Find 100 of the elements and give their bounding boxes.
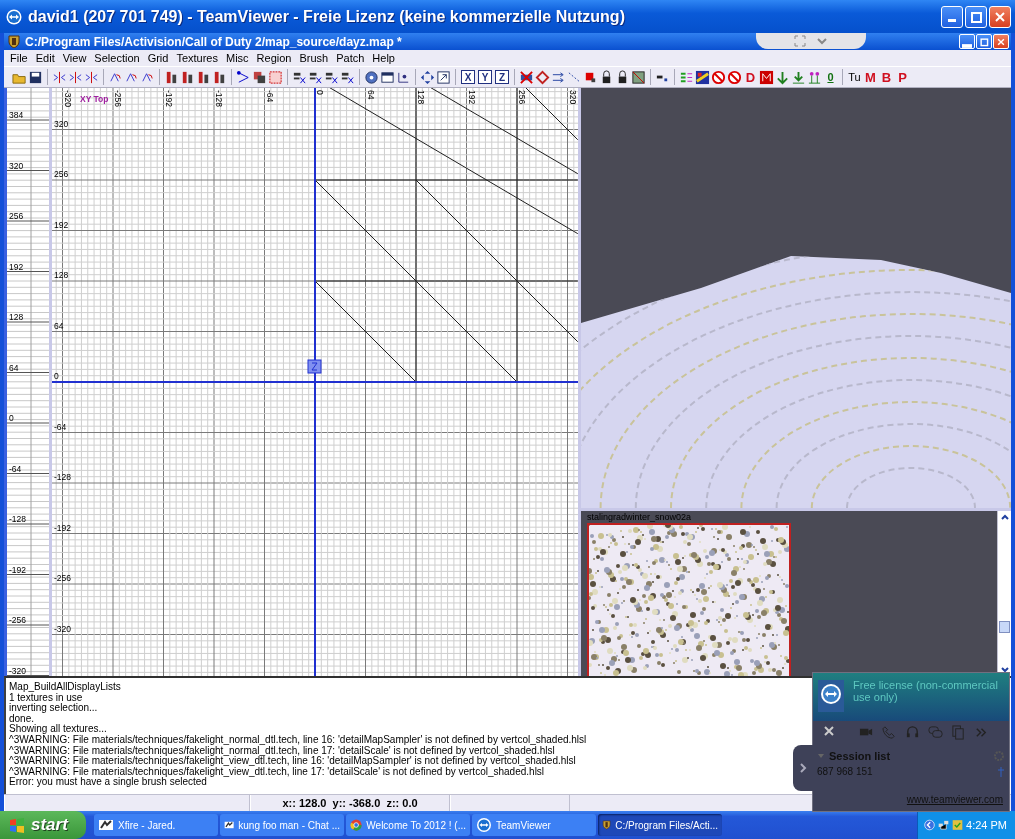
toolbar-button[interactable]: Tu — [847, 69, 862, 85]
minimize-icon — [948, 19, 956, 22]
toolbar-button[interactable]: D — [743, 69, 758, 85]
maximize-icon — [969, 9, 983, 24]
down-arrow-icon[interactable] — [775, 69, 790, 85]
axis-label: 128 — [54, 270, 69, 280]
close-icon — [993, 9, 1007, 24]
colored-tiles-icon[interactable] — [695, 69, 710, 85]
menu-item[interactable]: View — [58, 52, 91, 64]
console-line: ^3WARNING: File materials/techniques/fakelight_view_dtl.tech, line 17: 'detailScale' is not defined by vertcol_shaded.hlsl — [9, 766, 545, 778]
minimize-button[interactable] — [941, 5, 963, 28]
texture-name: stalingradwinter_snow02a — [587, 512, 693, 523]
maximize-button[interactable] — [976, 34, 992, 49]
menu-item[interactable]: Region — [252, 52, 296, 64]
toolbar-button[interactable]: Y — [478, 70, 492, 84]
flip-icon[interactable] — [52, 69, 67, 85]
ruler-label: -320 — [9, 665, 26, 676]
taskbar-button[interactable]: C:/Program Files/Acti... — [598, 814, 722, 836]
clone-icon[interactable] — [252, 69, 267, 85]
down-arrow-line-icon[interactable] — [791, 69, 806, 85]
axis-label: -320 — [54, 623, 71, 634]
square-tile-icon[interactable] — [759, 69, 774, 85]
toolbar-button[interactable]: X — [461, 70, 475, 84]
chevron-left-icon[interactable] — [924, 817, 935, 833]
browser-icon — [350, 817, 363, 833]
floppy-icon[interactable] — [28, 69, 43, 85]
close-icon[interactable] — [823, 725, 835, 737]
menu-item[interactable]: Textures — [172, 52, 222, 64]
chevron-down-icon[interactable] — [816, 35, 828, 47]
axis-label: 320 — [54, 118, 69, 129]
toolbar-button[interactable]: M — [863, 69, 878, 85]
taskbar-button[interactable]: kung foo man - Chat ... — [220, 814, 344, 836]
prohibited-icon[interactable] — [711, 69, 726, 85]
menu-item[interactable]: Brush — [295, 52, 333, 64]
axis-label: -192 — [54, 522, 71, 533]
toolbar-button[interactable]: B — [879, 69, 894, 85]
toolbar-button[interactable]: Z — [495, 70, 509, 84]
menu-item[interactable]: Edit — [31, 52, 59, 64]
vertex-icon[interactable] — [236, 69, 251, 85]
console-line: 1 textures in use — [9, 692, 83, 703]
minimize-button[interactable] — [959, 34, 975, 49]
maximize-button[interactable] — [965, 5, 987, 28]
axis-label: 192 — [466, 90, 477, 105]
toolbar-button[interactable]: P — [895, 69, 910, 85]
taskbar-button[interactable]: TeamViewer — [472, 814, 596, 836]
console-line: inverting selection... — [9, 703, 98, 714]
console-line: Error: you must have a single brush selected — [9, 777, 207, 788]
ruler-label: 256 — [9, 211, 24, 221]
coordinates-readout: x:: 128.0 y:: -368.0 z:: 0.0 — [282, 797, 418, 809]
clock: 4:24 PM — [966, 819, 1007, 831]
grid-square-icon[interactable] — [631, 69, 646, 85]
axis-label: 64 — [54, 320, 64, 331]
brush-tool-icon[interactable] — [164, 69, 179, 85]
move-icon[interactable] — [420, 69, 435, 85]
shield-check-icon[interactable] — [952, 817, 964, 833]
scrollbar-thumb[interactable] — [999, 621, 1010, 633]
console-line: ^3WARNING: File materials/techniques/fakelight_normal_dtl.tech, line 17: 'detailScale' is not defined by vertcol_shaded.hlsl — [9, 745, 555, 757]
taskbar-button[interactable]: Xfire - Jared. — [94, 814, 218, 836]
console-line: ^3WARNING: File materials/techniques/fakelight_view_dtl.tech, line 16: 'detailMapSampler' is not defined by vertcol_shaded.hlsl — [9, 756, 576, 767]
axis-label: -256 — [113, 90, 123, 107]
brush-tool-icon[interactable] — [196, 69, 211, 85]
entity-marker-icon[interactable] — [307, 359, 322, 374]
grid-view-canvas[interactable]: -320 -256 -192 -128 -64 0 64 128 192 256 320 320 256 192 128 64 0 -64 -128 -192 -256 -320 XY Top — [52, 88, 578, 676]
texture-thumbnail[interactable] — [587, 523, 791, 678]
taskbar-button[interactable]: Welcome To 2012 ! (... — [346, 814, 470, 836]
console-line: done. — [9, 713, 35, 724]
menu-item[interactable]: File — [6, 52, 32, 64]
crossed-out-icon[interactable] — [519, 69, 534, 85]
axis-label: -128 — [54, 472, 71, 482]
teamviewer-logo-icon — [6, 8, 22, 25]
ruler-label: -64 — [9, 463, 22, 474]
flip-icon[interactable] — [68, 69, 83, 85]
prohibited-icon[interactable] — [727, 69, 742, 85]
expand-tab[interactable] — [793, 745, 813, 791]
menu-item[interactable]: Misc — [222, 52, 253, 64]
camera-icon[interactable] — [364, 69, 379, 85]
scrollbar[interactable] — [997, 511, 1011, 676]
brush-tool-icon[interactable] — [180, 69, 195, 85]
ruler-label: -192 — [9, 564, 26, 575]
ruler-label: 384 — [9, 110, 24, 120]
window-icon[interactable] — [380, 69, 395, 85]
flip-icon[interactable] — [84, 69, 99, 85]
ruler-label: -128 — [9, 514, 26, 524]
close-icon — [996, 36, 1006, 47]
close-button[interactable] — [989, 5, 1011, 28]
menu-item[interactable]: Patch — [332, 52, 369, 64]
toolbar-button[interactable]: 0 — [823, 69, 838, 85]
teamviewer-logo-icon — [817, 679, 845, 713]
session-id: 687 968 151 — [817, 766, 874, 777]
menu-item[interactable]: Help — [368, 52, 399, 64]
axis-label: 192 — [54, 219, 69, 230]
close-button[interactable] — [993, 34, 1009, 49]
dotted-line-icon[interactable] — [567, 69, 582, 85]
menu-item[interactable]: Selection — [90, 52, 144, 64]
brush-tool-icon[interactable] — [212, 69, 227, 85]
pins-icon[interactable] — [807, 69, 822, 85]
axis-label: -64 — [264, 90, 275, 103]
shield-icon — [8, 35, 20, 48]
menu-item[interactable]: Grid — [143, 52, 173, 64]
diamond-icon[interactable] — [535, 69, 550, 85]
